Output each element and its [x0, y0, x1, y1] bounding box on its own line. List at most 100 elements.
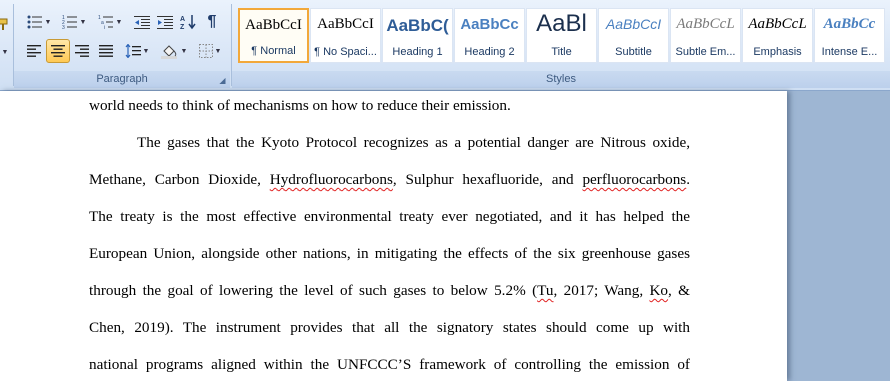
style-label: Subtle Em...	[675, 46, 736, 58]
style-title[interactable]: AaBl Title	[526, 8, 597, 63]
shading-button[interactable]: ▼	[156, 39, 192, 63]
style-label: Title	[551, 46, 572, 58]
justify-button[interactable]	[94, 39, 118, 63]
text-run: Chen, 2019). The instrument provides tha…	[89, 319, 690, 336]
bullets-button[interactable]: ▼	[22, 10, 56, 34]
align-left-button[interactable]	[22, 39, 46, 63]
style-heading-2[interactable]: AaBbCc Heading 2	[454, 8, 525, 63]
style-intense-emphasis[interactable]: AaBbCc Intense E...	[814, 8, 885, 63]
multilevel-list-button[interactable]: 1ai ▼	[92, 10, 128, 34]
chevron-down-icon: ▼	[180, 47, 188, 55]
line-spacing-icon	[125, 44, 141, 58]
text-line: The gases that the Kyoto Protocol recogn…	[89, 124, 690, 161]
chevron-down-icon: ▼	[142, 47, 150, 55]
spelling-error[interactable]: perfluorocarbons	[582, 171, 686, 188]
style-label: ¶ Normal	[251, 45, 296, 57]
text-line: national programs aligned within the UNF…	[89, 346, 690, 381]
svg-text:A: A	[180, 16, 185, 23]
increase-indent-icon	[157, 16, 173, 29]
borders-icon	[198, 44, 213, 58]
align-right-button[interactable]	[70, 39, 94, 63]
chevron-down-icon: ▼	[44, 18, 52, 26]
style-label: Heading 2	[464, 46, 515, 58]
decrease-indent-icon	[134, 16, 150, 29]
styles-group-label: Styles	[232, 71, 890, 88]
paragraph-group: ▼ 123 ▼ 1ai ▼ A Z ¶ ▼ ▼ ▼ Paragraph ◢	[14, 0, 230, 88]
numbering-button[interactable]: 123 ▼	[56, 10, 92, 34]
text-run: .	[686, 171, 690, 188]
text-line: European Union, alongside other nations,…	[89, 235, 690, 272]
text-run: The gases that the Kyoto Protocol recogn…	[137, 134, 690, 151]
document-text[interactable]: world needs to think of mechanisms on ho…	[89, 91, 690, 381]
spelling-error[interactable]: Tu	[537, 282, 553, 299]
style-heading-1[interactable]: AaBbC( Heading 1	[382, 8, 453, 63]
spelling-error[interactable]: Ko	[649, 282, 668, 299]
style-label: Intense E...	[821, 46, 878, 58]
format-painter-button[interactable]	[0, 12, 14, 36]
style-emphasis[interactable]: AaBbCcL Emphasis	[742, 8, 813, 63]
align-center-icon	[51, 45, 65, 57]
increase-indent-button[interactable]	[153, 10, 177, 34]
bullets-icon	[27, 15, 42, 29]
multilevel-list-icon: 1ai	[98, 15, 113, 29]
chevron-down-icon: ▼	[214, 47, 222, 55]
borders-button[interactable]: ▼	[192, 39, 228, 63]
quick-styles-gallery: AaBbCcI ¶ Normal AaBbCcI ¶ No Spaci... A…	[238, 8, 890, 66]
style-subtitle[interactable]: AaBbCcI Subtitle	[598, 8, 669, 63]
svg-text:i: i	[104, 25, 105, 29]
sort-az-icon: A Z	[180, 15, 196, 30]
style-subtle-emphasis[interactable]: AaBbCcL Subtle Em...	[670, 8, 741, 63]
style-label: Heading 1	[392, 46, 443, 58]
text-run: Methane, Carbon Dioxide,	[89, 171, 270, 188]
dialog-launcher-icon[interactable]: ◢	[218, 76, 227, 85]
text-run: through the goal of lowering the level o…	[89, 282, 538, 299]
text-run: , &	[668, 282, 690, 299]
text-line: Methane, Carbon Dioxide, Hydrofluorocarb…	[89, 161, 690, 198]
paragraph-group-label: Paragraph ◢	[14, 71, 230, 88]
style-sample: AaBbCcI	[605, 16, 662, 32]
style-label: Emphasis	[753, 46, 802, 58]
text-line: The treaty is the most effective environ…	[89, 198, 690, 235]
svg-text:3: 3	[62, 25, 65, 29]
numbering-icon: 123	[62, 15, 77, 29]
style-normal[interactable]: AaBbCcI ¶ Normal	[238, 8, 309, 63]
svg-text:Z: Z	[180, 24, 185, 30]
style-sample: AaBbCc	[460, 16, 519, 33]
text-run: European Union, alongside other nations,…	[89, 245, 690, 262]
text-run: , 2017; Wang,	[553, 282, 650, 299]
style-sample: AaBbCc	[823, 16, 876, 32]
style-sample: AaBbCcI	[245, 17, 302, 33]
show-hide-marks-button[interactable]: ¶	[200, 10, 224, 34]
chevron-down-icon: ▼	[115, 18, 123, 26]
chevron-down-icon: ▼	[1, 48, 9, 56]
text-line: Chen, 2019). The instrument provides tha…	[89, 309, 690, 346]
align-center-button[interactable]	[46, 39, 70, 63]
style-sample: AaBbC(	[386, 16, 449, 35]
text-run: national programs aligned within the UNF…	[89, 356, 690, 373]
style-no-spacing[interactable]: AaBbCcI ¶ No Spaci...	[310, 8, 381, 63]
font-dropdown-button[interactable]: ▼	[0, 40, 14, 64]
spelling-error[interactable]: Hydrofluorocarbons	[270, 171, 393, 188]
line-spacing-button[interactable]: ▼	[120, 39, 154, 63]
style-label: Subtitle	[615, 46, 652, 58]
style-sample: AaBbCcI	[317, 16, 374, 32]
text-run: , Sulphur hexafluoride, and	[392, 171, 583, 188]
pilcrow-icon: ¶	[207, 13, 217, 30]
decrease-indent-button[interactable]	[130, 10, 154, 34]
justify-icon	[99, 45, 113, 57]
style-sample: AaBbCcL	[748, 16, 807, 32]
paint-bucket-icon	[160, 45, 177, 59]
align-right-icon	[75, 45, 89, 57]
sort-button[interactable]: A Z	[176, 10, 200, 34]
format-painter-icon	[0, 18, 8, 30]
align-left-icon	[27, 45, 41, 57]
style-sample: AaBbCcL	[676, 16, 735, 32]
text-line: through the goal of lowering the level o…	[89, 272, 690, 309]
ribbon: ▼ ▼ 123 ▼ 1ai ▼ A Z ¶ ▼ ▼ ▼ Paragraph ◢ …	[0, 0, 890, 91]
style-label: ¶ No Spaci...	[314, 46, 377, 58]
text-line: world needs to think of mechanisms on ho…	[89, 97, 511, 114]
document-page[interactable]: world needs to think of mechanisms on ho…	[0, 91, 787, 381]
style-sample: AaBl	[536, 10, 587, 37]
text-run: The treaty is the most effective environ…	[89, 208, 690, 225]
chevron-down-icon: ▼	[79, 18, 87, 26]
